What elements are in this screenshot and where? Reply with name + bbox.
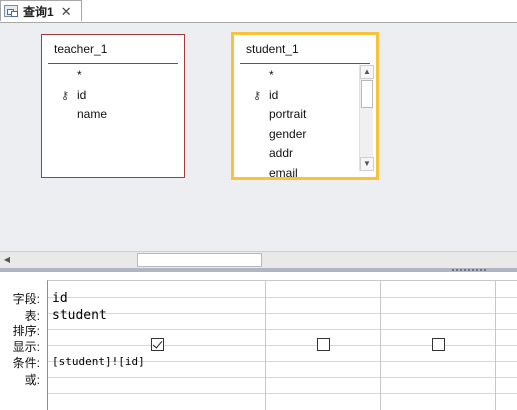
query-design-pane[interactable]: teacher_1 * ⚷ id name student_1 * ⚷ id por… <box>0 22 517 251</box>
field-item[interactable]: ⚷ id <box>234 86 376 106</box>
field-item[interactable]: * <box>234 66 376 86</box>
row-label-sort: 排序: <box>12 324 40 338</box>
scroll-up-icon[interactable]: ▲ <box>360 65 374 79</box>
field-list-scrollbar[interactable]: ▲ ▼ <box>359 65 374 171</box>
field-item[interactable]: gender <box>234 125 376 145</box>
show-checkbox[interactable] <box>432 338 445 351</box>
document-tab-strip: 查询1 ✕ <box>0 0 517 22</box>
field-item[interactable]: name <box>42 105 184 125</box>
tab-label: 查询1 <box>23 4 54 19</box>
close-icon[interactable]: ✕ <box>61 5 72 18</box>
scroll-down-icon[interactable]: ▼ <box>360 157 374 171</box>
row-label-or: 或: <box>24 373 40 387</box>
field-item[interactable]: * <box>42 66 184 86</box>
divider <box>48 63 178 64</box>
query-icon <box>4 5 18 17</box>
row-label-field: 字段: <box>12 292 40 306</box>
grid-cell-field[interactable]: id <box>52 291 68 306</box>
primary-key-icon: ⚷ <box>253 89 262 102</box>
scroll-left-icon[interactable]: ◀ <box>0 252 14 268</box>
grid-cell-criteria[interactable]: [student]![id] <box>52 355 145 368</box>
field-list-student[interactable]: student_1 * ⚷ id portrait gender addr ema… <box>231 32 379 180</box>
divider <box>240 63 370 64</box>
design-horizontal-scrollbar[interactable]: ◀ <box>0 251 517 268</box>
row-label-criteria: 条件: <box>12 356 40 370</box>
primary-key-icon: ⚷ <box>61 89 70 102</box>
field-list-teacher[interactable]: teacher_1 * ⚷ id name <box>41 34 185 178</box>
query-grid-pane: 字段: 表: 排序: 显示: 条件: 或: id student [studen… <box>0 272 517 410</box>
show-checkbox[interactable] <box>317 338 330 351</box>
grid-cell-table[interactable]: student <box>52 308 107 323</box>
field-item[interactable]: portrait <box>234 105 376 125</box>
field-list-title[interactable]: teacher_1 <box>54 42 107 56</box>
splitter-grip-icon[interactable] <box>452 269 488 271</box>
field-item[interactable]: ⚷ id <box>42 86 184 106</box>
row-label-show: 显示: <box>12 340 40 354</box>
show-checkbox[interactable] <box>151 338 164 351</box>
scroll-thumb[interactable] <box>137 253 262 267</box>
design-grid[interactable]: id student [student]![id] <box>47 280 517 410</box>
scroll-thumb[interactable] <box>361 80 373 108</box>
tab-query1[interactable]: 查询1 ✕ <box>0 0 82 21</box>
field-list-title[interactable]: student_1 <box>246 42 299 56</box>
field-item[interactable]: email <box>234 164 376 184</box>
grid-row-headers: 字段: 表: 排序: 显示: 条件: 或: <box>0 272 47 410</box>
field-item[interactable]: addr <box>234 144 376 164</box>
